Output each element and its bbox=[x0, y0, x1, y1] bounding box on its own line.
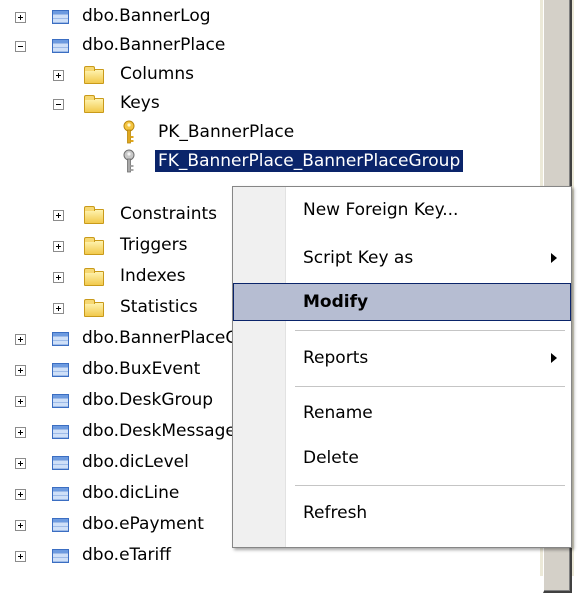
table-icon bbox=[52, 549, 69, 563]
table-icon bbox=[52, 39, 69, 53]
menu-item-label: Modify bbox=[303, 292, 369, 312]
menu-item-rename[interactable]: Rename bbox=[233, 394, 571, 432]
folder-icon bbox=[84, 237, 104, 255]
table-icon bbox=[52, 425, 69, 439]
tree-item-label: Indexes bbox=[120, 266, 186, 286]
submenu-arrow-icon bbox=[551, 353, 557, 363]
tree-item-label: Statistics bbox=[120, 297, 198, 317]
tree-item-label: Keys bbox=[120, 93, 160, 113]
table-icon bbox=[52, 363, 69, 377]
tree-item-fk-bannerplace-bannerplacegroup[interactable]: FK_BannerPlace_BannerPlaceGroup bbox=[0, 149, 540, 175]
menu-item-script-key-as[interactable]: Script Key as bbox=[233, 239, 571, 277]
collapse-icon[interactable] bbox=[15, 41, 26, 52]
primary-key-icon bbox=[123, 120, 135, 144]
menu-separator bbox=[295, 386, 565, 387]
context-menu: New Foreign Key... Script Key as Modify … bbox=[232, 186, 572, 548]
table-icon bbox=[52, 456, 69, 470]
tree-item-label: PK_BannerPlace bbox=[158, 122, 295, 142]
foreign-key-icon bbox=[123, 149, 135, 173]
expand-icon[interactable] bbox=[15, 520, 26, 531]
expand-icon[interactable] bbox=[53, 272, 64, 283]
tree-item-label: dbo.BannerLog bbox=[82, 6, 211, 26]
menu-separator bbox=[295, 485, 565, 486]
table-icon bbox=[52, 394, 69, 408]
tree-item-label: dbo.BannerPlace bbox=[82, 35, 226, 55]
tree-item-pk-bannerplace[interactable]: PK_BannerPlace bbox=[0, 120, 540, 146]
tree-item-label: dbo.dicLevel bbox=[82, 452, 189, 472]
tree-item-bannerplace[interactable]: dbo.BannerPlace bbox=[0, 33, 540, 59]
expand-icon[interactable] bbox=[15, 12, 26, 23]
menu-item-modify[interactable]: Modify bbox=[233, 283, 571, 321]
expand-icon[interactable] bbox=[15, 458, 26, 469]
expand-icon[interactable] bbox=[15, 396, 26, 407]
tree-item-columns[interactable]: Columns bbox=[0, 62, 540, 88]
expand-icon[interactable] bbox=[15, 427, 26, 438]
menu-separator bbox=[295, 330, 565, 331]
tree-item-keys[interactable]: Keys bbox=[0, 91, 540, 117]
tree-item-label: Constraints bbox=[120, 204, 217, 224]
menu-item-reports[interactable]: Reports bbox=[233, 339, 571, 377]
expand-icon[interactable] bbox=[15, 551, 26, 562]
submenu-arrow-icon bbox=[551, 253, 557, 263]
tree-item-label: Triggers bbox=[120, 235, 188, 255]
tree-item-label: FK_BannerPlace_BannerPlaceGroup bbox=[155, 150, 464, 172]
menu-item-label: New Foreign Key... bbox=[303, 200, 459, 220]
tree-item-label: dbo.BuxEvent bbox=[82, 359, 201, 379]
menu-item-refresh[interactable]: Refresh bbox=[233, 494, 571, 532]
expand-icon[interactable] bbox=[53, 241, 64, 252]
folder-icon bbox=[84, 66, 104, 84]
expand-icon[interactable] bbox=[53, 70, 64, 81]
expand-icon[interactable] bbox=[15, 365, 26, 376]
folder-icon bbox=[84, 206, 104, 224]
tree-item-label: Columns bbox=[120, 64, 194, 84]
tree-item-label: dbo.DeskGroup bbox=[82, 390, 214, 410]
tree-item-label: dbo.ePayment bbox=[82, 514, 204, 534]
table-icon bbox=[52, 332, 69, 346]
tree-item-label: dbo.dicLine bbox=[82, 483, 180, 503]
menu-item-label: Reports bbox=[303, 348, 369, 368]
menu-item-label: Refresh bbox=[303, 503, 368, 523]
folder-icon bbox=[84, 268, 104, 286]
menu-item-label: Script Key as bbox=[303, 248, 414, 268]
tree-item-label: dbo.eTariff bbox=[82, 545, 171, 565]
collapse-icon[interactable] bbox=[53, 99, 64, 110]
folder-icon bbox=[84, 299, 104, 317]
tree-item-bannerlog[interactable]: dbo.BannerLog bbox=[0, 4, 540, 30]
folder-icon bbox=[84, 95, 104, 113]
menu-item-delete[interactable]: Delete bbox=[233, 439, 571, 477]
expand-icon[interactable] bbox=[15, 489, 26, 500]
menu-item-label: Rename bbox=[303, 403, 373, 423]
expand-icon[interactable] bbox=[15, 334, 26, 345]
table-icon bbox=[52, 10, 69, 24]
menu-item-new-foreign-key[interactable]: New Foreign Key... bbox=[233, 191, 571, 229]
expand-icon[interactable] bbox=[53, 303, 64, 314]
menu-item-label: Delete bbox=[303, 448, 359, 468]
expand-icon[interactable] bbox=[53, 210, 64, 221]
table-icon bbox=[52, 518, 69, 532]
tree-item-label: dbo.DeskMessage bbox=[82, 421, 236, 441]
table-icon bbox=[52, 487, 69, 501]
